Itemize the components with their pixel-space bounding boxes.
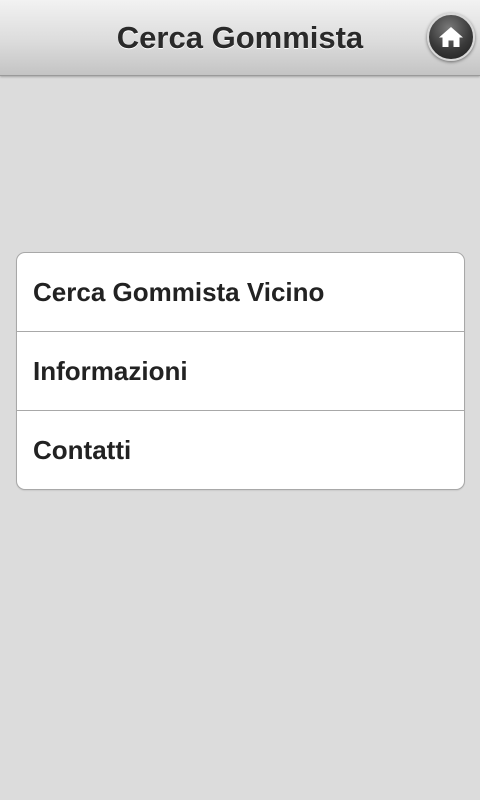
home-icon — [438, 25, 464, 49]
home-button[interactable] — [427, 13, 475, 61]
menu-item-informazioni[interactable]: Informazioni — [17, 332, 464, 411]
menu-item-contatti[interactable]: Contatti — [17, 411, 464, 489]
page-title: Cerca Gommista — [116, 20, 364, 55]
main-menu-list: Cerca Gommista Vicino Informazioni Conta… — [16, 252, 465, 490]
menu-item-cerca-gommista-vicino[interactable]: Cerca Gommista Vicino — [17, 253, 464, 332]
header-bar: Cerca Gommista — [0, 0, 480, 76]
